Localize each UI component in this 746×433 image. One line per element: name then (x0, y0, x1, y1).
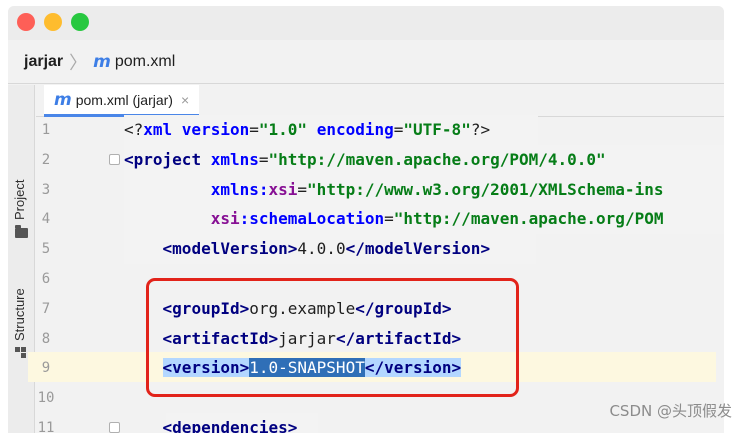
highlight-box (146, 278, 519, 397)
line-number: 5 (41, 241, 51, 258)
editor-tab-bar: m pom.xml (jarjar) × (36, 85, 724, 117)
line-number: 11 (37, 420, 55, 433)
code-token: modelVersion (364, 239, 481, 259)
line-number: 9 (41, 360, 51, 377)
code-token: < (162, 239, 173, 259)
code-line[interactable]: <?xml version="1.0" encoding="UTF-8"?> (124, 115, 724, 145)
code-token: < (124, 149, 134, 169)
code-line[interactable]: xmlns:xsi="http://www.w3.org/2001/XMLSch… (124, 175, 724, 205)
code-token: "http://maven.apache.org/POM/4.0.0" (268, 149, 606, 169)
close-tab-icon[interactable]: × (181, 92, 189, 108)
structure-icon[interactable] (15, 347, 27, 358)
line-number: 6 (41, 271, 51, 287)
code-token: "UTF-8" (403, 120, 471, 139)
code-token: project (133, 149, 211, 169)
fold-open-icon[interactable] (109, 422, 120, 433)
project-tool-button[interactable]: Project (12, 180, 27, 220)
line-number: 1 (41, 122, 51, 138)
code-token: > (287, 239, 298, 259)
code-token: xmlns (210, 149, 259, 169)
code-token: <? (124, 120, 144, 139)
folder-icon[interactable] (15, 225, 28, 238)
line-number: 8 (41, 330, 51, 347)
minimize-window-button[interactable] (44, 13, 62, 31)
code-token: = (249, 120, 259, 139)
code-line[interactable]: <modelVersion>4.0.0</modelVersion> (124, 234, 724, 264)
code-token: modelVersion (172, 239, 288, 259)
zoom-window-button[interactable] (71, 13, 89, 31)
watermark: CSDN @头顶假发 (609, 402, 732, 420)
fold-open-icon[interactable] (109, 153, 120, 165)
line-number: 2 (41, 151, 51, 168)
code-token: < (162, 418, 173, 433)
maven-m-icon: m (93, 51, 111, 72)
code-token: </ (345, 239, 365, 259)
code-token: "1.0" (258, 120, 308, 139)
code-token: 4.0.0 (297, 239, 346, 259)
code-token: > (287, 418, 298, 433)
code-token: dependencies (172, 418, 288, 433)
code-token: encoding (316, 120, 394, 139)
chevron-right-icon: 〉 (69, 52, 88, 73)
line-number: 4 (41, 211, 51, 228)
close-window-button[interactable] (17, 13, 35, 31)
code-token: = (384, 209, 394, 229)
code-token: = (258, 149, 269, 169)
code-token: > (480, 239, 491, 259)
code-token: "http://maven.apache.org/POM (393, 209, 664, 229)
code-token: xsi (268, 179, 298, 199)
breadcrumb-file[interactable]: pom.xml (115, 53, 175, 71)
breadcrumb-project[interactable]: jarjar (24, 53, 63, 71)
line-number: 10 (37, 390, 55, 407)
title-bar (8, 6, 724, 40)
line-number: 3 (41, 181, 51, 198)
code-line[interactable]: <project xmlns="http://maven.apache.org/… (124, 145, 724, 175)
code-token: = (393, 120, 404, 139)
code-token: :schemaLocation (239, 209, 385, 229)
code-token: = (297, 179, 308, 199)
code-token: xsi (210, 209, 240, 229)
maven-m-icon: m (54, 89, 72, 110)
tab-label: pom.xml (jarjar) (75, 91, 173, 108)
breadcrumb: jarjar 〉 m pom.xml (8, 40, 724, 84)
code-token: xml version (143, 120, 250, 139)
code-token: xmlns: (210, 179, 269, 199)
code-token: ?> (470, 120, 491, 139)
structure-tool-button[interactable]: Structure (12, 288, 27, 341)
code-token: "http://www.w3.org/2001/XMLSchema-ins (307, 179, 664, 199)
line-number: 7 (41, 300, 51, 317)
code-line[interactable]: xsi:schemaLocation="http://maven.apache.… (124, 204, 724, 234)
